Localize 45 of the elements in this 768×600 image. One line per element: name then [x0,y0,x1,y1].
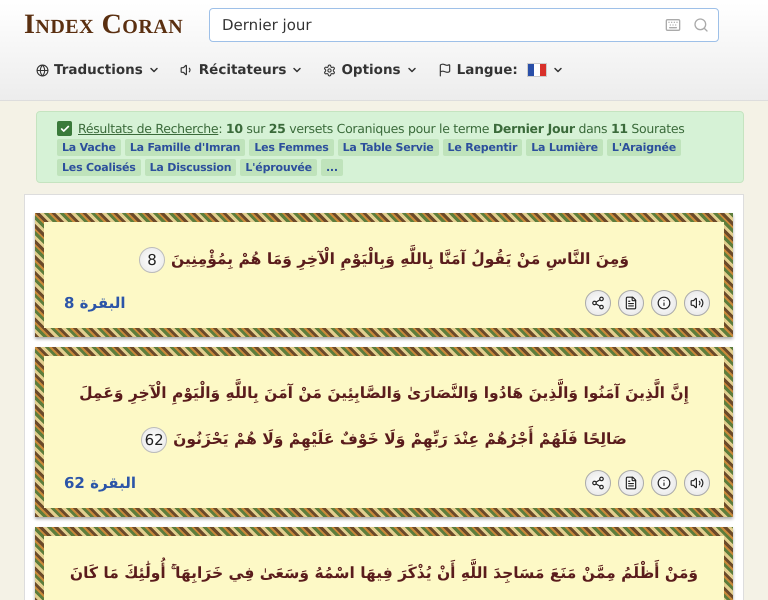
check-icon [60,124,70,134]
results-link[interactable]: Résultats de Recherche [78,121,218,136]
globe-icon [36,64,49,76]
share-icon [591,296,605,310]
sura-tag[interactable]: La Lumière [526,139,603,156]
results-summary: Résultats de Recherche: 10 sur 25 versets Coraniques pour le terme Dernier Jour dans 11 Sourates [78,121,684,136]
settings-icon [323,64,336,76]
sura-tag[interactable]: Le Repentir [442,139,522,156]
info-icon [657,476,671,490]
site-logo[interactable]: Index Coran [24,9,191,41]
pdf-button[interactable] [618,290,644,316]
verse-number: 62 [141,426,168,453]
info-button[interactable] [651,470,677,496]
share-button[interactable] [585,470,611,496]
sura-tag[interactable]: La Discussion [144,159,236,176]
pdf-button[interactable] [618,470,644,496]
verse-reference[interactable]: البقرة 8 [64,294,126,312]
share-icon [591,476,605,490]
nav-menu[interactable]: Récitateurs [180,62,304,78]
info-icon [657,296,671,310]
document-icon [624,296,638,310]
share-button[interactable] [585,290,611,316]
sura-tag[interactable]: La Vache [57,139,121,156]
info-button[interactable] [651,290,677,316]
checkbox[interactable] [57,121,72,136]
sura-tag[interactable]: La Famille d'Imran [124,139,246,156]
speaker-icon [690,296,704,310]
document-icon [624,476,638,490]
nav-menu[interactable]: Langue: [438,62,564,78]
audio-button[interactable] [684,470,710,496]
verse-number: 8 [139,246,165,273]
audio-button[interactable] [684,290,710,316]
nav-menu[interactable]: Traductions [36,62,160,78]
sura-tag[interactable]: Les Femmes [249,139,334,156]
sura-tag[interactable]: L'éprouvée [240,159,317,176]
sura-tag[interactable]: Les Coalisés [57,159,141,176]
sura-tag[interactable]: ... [320,159,343,176]
verse-reference[interactable]: البقرة 62 [64,474,136,492]
verse-text: وَمَنْ أَظْلَمُ مِمَّنْ مَنَعَ مَسَاجِدَ اللَّهِ أَنْ يُذْكَرَ فِيهَا اسْمُهُ وَسَعَىٰ فِي خَرَابِهَا ۚ أُولَٰئِكَ مَا كَانَ [58,550,710,596]
sura-tag[interactable]: L'Araignée [606,139,682,156]
flag-icon [438,63,452,77]
nav-menu[interactable]: Options [323,62,418,78]
speaker-icon [690,476,704,490]
sura-tag[interactable]: La Table Servie [338,139,439,156]
french-flag-icon [526,63,547,77]
